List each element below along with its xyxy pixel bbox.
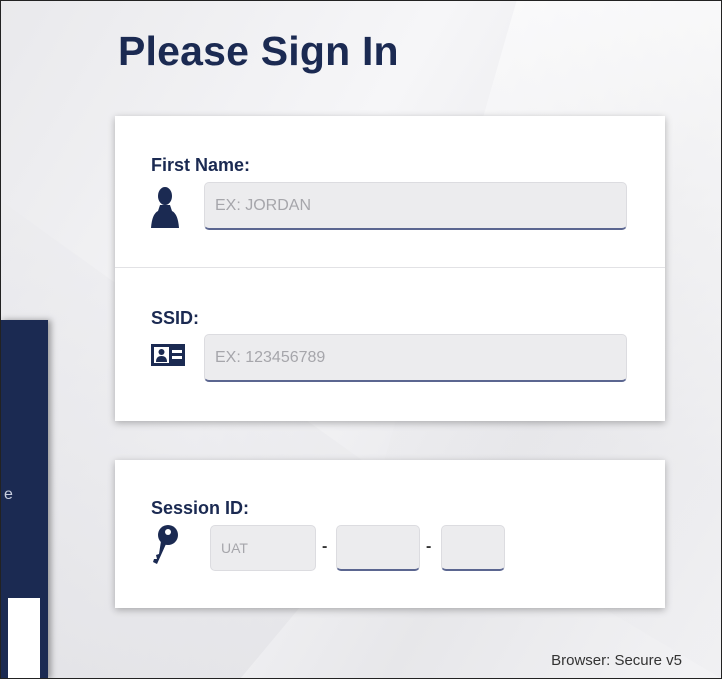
side-panel-content (8, 598, 40, 679)
session-id-separator: - (426, 538, 432, 555)
identity-card: First Name: SSID: (115, 116, 665, 421)
ssid-label: SSID: (151, 308, 200, 328)
session-id-part3-input[interactable] (441, 525, 505, 571)
side-panel: e (0, 320, 48, 679)
page-title: Please Sign In (118, 28, 399, 74)
id-card-icon (151, 344, 185, 371)
session-id-separator: - (322, 538, 328, 555)
session-card: Session ID: - - (115, 460, 665, 608)
session-id-label: Session ID: (151, 498, 250, 518)
ssid-input[interactable] (204, 334, 627, 382)
browser-version-text: Browser: Secure v5 (551, 652, 682, 669)
key-icon (151, 524, 179, 573)
person-icon (151, 186, 179, 233)
first-name-label: First Name: (151, 155, 251, 175)
section-divider (115, 267, 665, 268)
side-panel-text: e (4, 486, 13, 503)
session-id-part1-input[interactable] (210, 525, 316, 571)
first-name-input[interactable] (204, 182, 627, 230)
session-id-part2-input[interactable] (336, 525, 420, 571)
